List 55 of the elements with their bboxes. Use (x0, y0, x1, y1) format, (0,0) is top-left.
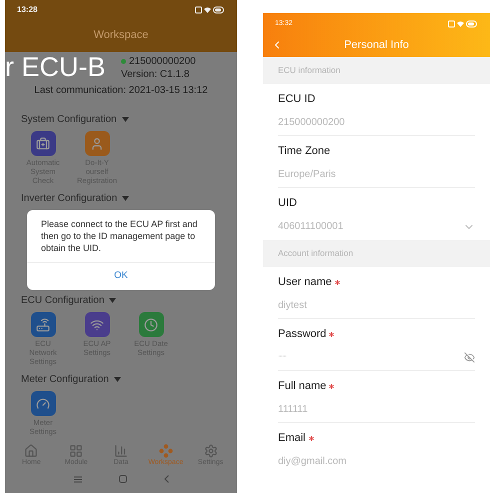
field-label: Email (278, 431, 306, 446)
caret-down-icon[interactable] (109, 298, 116, 302)
grid-icon (69, 444, 84, 458)
field-value[interactable]: diy@gmail.com (278, 456, 475, 468)
ecu-version: Version: C1.1.8 (121, 68, 190, 81)
field-label: ECU ID (278, 92, 316, 107)
person-icon (90, 136, 104, 150)
field-value[interactable]: Europe/Paris (278, 168, 475, 180)
last-communication: Last communication: 2021-03-15 13:12 (34, 84, 208, 97)
ecu-id: 215000000200 (129, 55, 196, 68)
field-value[interactable]: 111111 (278, 403, 475, 416)
field-value[interactable]: 406011100001 (278, 220, 475, 233)
square-icon[interactable] (118, 475, 126, 483)
section-heading: Inverter Configuration (21, 192, 118, 206)
feature-tile[interactable] (30, 391, 56, 416)
field-label: Full name (278, 378, 326, 394)
settings-icon (204, 444, 218, 458)
caret-down-icon[interactable] (122, 116, 129, 122)
status-time: 13:28 (17, 4, 38, 16)
field-label: User name (278, 274, 332, 290)
caret-down-icon[interactable] (122, 196, 130, 200)
workspace-icon (158, 444, 173, 458)
bar-chart-icon (114, 444, 128, 458)
feature-tile[interactable] (84, 312, 110, 337)
menu-icon[interactable] (74, 476, 82, 482)
section-title: Account information (278, 247, 354, 260)
field-label: UID (278, 196, 297, 212)
section-heading: ECU Configuration (21, 294, 104, 308)
wifi-icon (90, 318, 104, 332)
feature-tile[interactable] (30, 312, 56, 337)
back-icon[interactable] (164, 475, 168, 483)
section-heading: System Configuration (21, 112, 117, 126)
feature-tile[interactable] (138, 312, 164, 337)
status-icons (195, 6, 225, 14)
gauge-icon (36, 396, 50, 410)
section-title: ECU information (278, 64, 340, 77)
screen-title: Workspace (94, 28, 148, 43)
dialog-message: Please connect to the ECU AP first and then go to the ID management page to obtain the UID. (40, 218, 198, 255)
ok-button[interactable]: OK (98, 269, 144, 284)
clock-icon (144, 318, 158, 332)
field-value[interactable]: diytest (278, 299, 475, 312)
section-heading: Meter Configuration (21, 372, 109, 386)
status-icons (448, 20, 478, 28)
home-icon (24, 444, 38, 458)
caret-down-icon[interactable] (114, 376, 121, 382)
screen-title: Personal Info (344, 38, 409, 53)
feature-tile[interactable] (84, 131, 110, 156)
field-value[interactable]: 215000000200 (278, 116, 475, 128)
field-label: Password (278, 326, 326, 342)
overlay-caption: r ECU-B (5, 53, 106, 81)
eye-off-icon[interactable] (464, 352, 475, 363)
feature-tile[interactable] (30, 131, 56, 156)
field-label: Time Zone (278, 144, 330, 159)
router-icon (36, 318, 50, 332)
medical-case-icon (36, 136, 50, 150)
